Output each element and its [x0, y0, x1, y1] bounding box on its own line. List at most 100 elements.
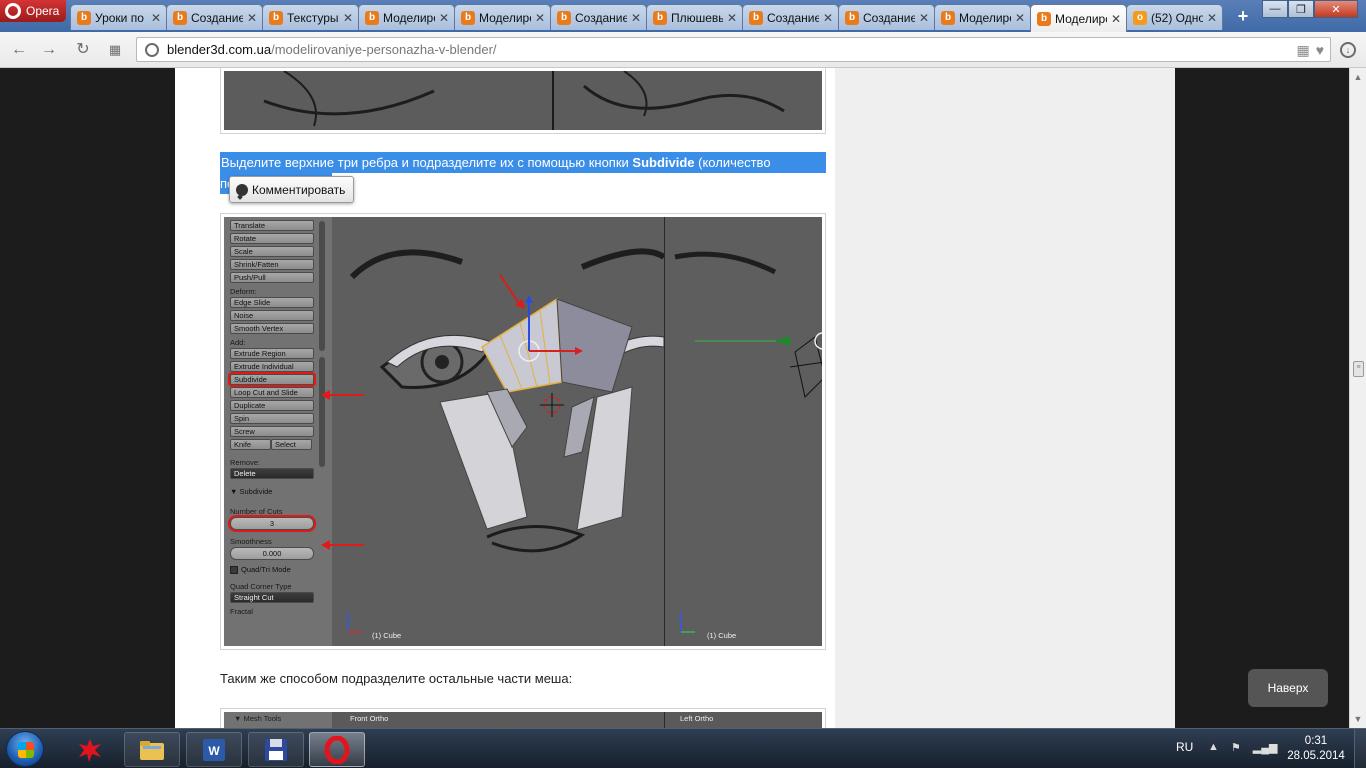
show-desktop-button[interactable] — [1354, 729, 1366, 768]
page-scrollbar[interactable]: ▲ ≡ ▼ — [1349, 68, 1366, 728]
blender-screenshot: Translate Rotate Scale Shrink/Fatten Pus… — [224, 217, 822, 646]
tab-title: Создание — [575, 10, 627, 25]
annotation-arrows — [321, 390, 364, 550]
close-icon[interactable]: ✕ — [823, 11, 833, 25]
tab-11[interactable]: о (52) Одно ✕ — [1126, 4, 1223, 30]
taskbar-word[interactable]: W — [186, 732, 242, 767]
mesh-tools-header: ▼ Mesh Tools — [234, 714, 282, 723]
url-host: blender3d.com.ua — [167, 42, 272, 57]
tab-4[interactable]: b Моделиров ✕ — [454, 4, 551, 30]
tab-title: Моделиров — [479, 10, 531, 25]
address-bar-actions: ▦ ♥ — [1296, 42, 1324, 59]
close-icon[interactable]: ✕ — [727, 11, 737, 25]
close-icon[interactable]: ✕ — [151, 11, 161, 25]
close-icon[interactable]: ✕ — [343, 11, 353, 25]
close-icon[interactable]: ✕ — [1207, 11, 1217, 25]
taskbar-splash-app[interactable] — [62, 732, 118, 767]
reload-button[interactable]: ↻ — [72, 40, 94, 60]
odnoklassniki-icon: о — [1133, 10, 1147, 25]
new-tab-button[interactable]: + — [1232, 7, 1254, 26]
clock-date: 28.05.2014 — [1287, 750, 1345, 762]
article-image-subdivide: Translate Rotate Scale Shrink/Fatten Pus… — [220, 213, 826, 650]
article-image-next: ▼ Mesh Tools Front Ortho Left Ortho — [220, 708, 826, 728]
tab-5[interactable]: b Создание ✕ — [550, 4, 647, 30]
taskbar-save-app[interactable] — [248, 732, 304, 767]
close-icon[interactable]: ✕ — [631, 11, 641, 25]
tab-2[interactable]: b Текстуры ✕ — [262, 4, 359, 30]
opera-logo-icon — [5, 3, 21, 19]
system-tray: RU ▲ ⚑ ▂▄▆ 0:31 28.05.2014 — [1170, 729, 1366, 768]
blender-screenshot-2: ▼ Mesh Tools Front Ortho Left Ortho — [224, 712, 822, 728]
window-controls: — ❐ ✕ — [1262, 0, 1358, 18]
comment-button[interactable]: Комментировать — [229, 176, 355, 203]
tab-7[interactable]: b Создание ✕ — [742, 4, 839, 30]
tab-10-active[interactable]: b Моделиров ✕ — [1030, 4, 1127, 32]
taskbar-opera[interactable] — [309, 732, 365, 767]
word-icon: W — [203, 738, 225, 761]
close-icon[interactable]: ✕ — [1111, 12, 1121, 26]
scrollbar-thumb[interactable]: ≡ — [1353, 361, 1364, 377]
blender-icon: b — [653, 10, 667, 25]
scroll-to-top-button[interactable]: Наверх — [1248, 669, 1328, 707]
blender-icon: b — [557, 10, 571, 25]
start-button[interactable] — [6, 731, 44, 767]
blender-icon: b — [749, 10, 763, 25]
back-button[interactable]: ← — [8, 40, 30, 60]
scroll-down-arrow-icon[interactable]: ▼ — [1353, 714, 1363, 724]
article-paragraph: Таким же способом подразделите остальные… — [220, 671, 573, 686]
window-close-button[interactable]: ✕ — [1314, 0, 1358, 18]
tab-strip: b Уроки по ✕ b Создание ✕ b Текстуры ✕ b Модели… — [70, 4, 1223, 32]
language-indicator[interactable]: RU — [1176, 740, 1193, 754]
tab-9[interactable]: b Моделиров ✕ — [934, 4, 1031, 30]
tray-icons: ▲ ⚑ ▂▄▆ — [1208, 741, 1277, 754]
viewport-object-label: (1) Cube — [707, 631, 737, 640]
tab-3[interactable]: b Моделиров ✕ — [358, 4, 455, 30]
tab-0[interactable]: b Уроки по ✕ — [70, 4, 167, 30]
opera-menu-button[interactable]: Opera — [0, 0, 66, 22]
speed-dial-icon[interactable]: ▦ — [104, 40, 126, 60]
clock[interactable]: 0:31 28.05.2014 — [1282, 734, 1350, 764]
close-icon[interactable]: ✕ — [247, 11, 257, 25]
clock-time: 0:31 — [1304, 735, 1328, 747]
minimize-button[interactable]: — — [1262, 0, 1288, 18]
windows-taskbar: W RU ▲ ⚑ ▂▄▆ 0:31 28.05.2014 — [0, 728, 1366, 768]
blender-icon: b — [365, 10, 379, 25]
face-mesh-illustration — [332, 217, 664, 646]
show-hidden-icons-icon[interactable]: ▲ — [1208, 741, 1219, 754]
action-center-flag-icon[interactable]: ⚑ — [1231, 741, 1241, 754]
folder-icon — [140, 740, 164, 760]
network-signal-icon[interactable]: ▂▄▆ — [1253, 741, 1278, 754]
forward-button[interactable]: → — [38, 40, 60, 60]
taskbar-explorer[interactable] — [124, 732, 180, 767]
url-path: /modelirovaniye-personazha-v-blender/ — [271, 42, 497, 57]
blender-icon: b — [173, 10, 187, 25]
grid-icon[interactable]: ▦ — [1296, 42, 1309, 59]
close-icon[interactable]: ✕ — [535, 11, 545, 25]
red-splash-icon — [79, 738, 101, 762]
svg-text:W: W — [208, 744, 220, 758]
address-bar[interactable]: blender3d.com.ua /modelirovaniye-persona… — [136, 37, 1331, 62]
tab-title: Создание — [767, 10, 819, 25]
viewport-separator — [664, 712, 665, 728]
tab-1[interactable]: b Создание ✕ — [166, 4, 263, 30]
tab-title: Создание — [863, 10, 915, 25]
viewport-object-label: (1) Cube — [372, 631, 402, 640]
blender-icon: b — [1037, 11, 1051, 26]
tab-6[interactable]: b Плюшевый ✕ — [646, 4, 743, 30]
side-viewport: (1) Cube — [665, 217, 822, 646]
close-icon[interactable]: ✕ — [919, 11, 929, 25]
heart-icon[interactable]: ♥ — [1316, 42, 1324, 59]
tab-8[interactable]: b Создание ✕ — [838, 4, 935, 30]
scroll-up-arrow-icon[interactable]: ▲ — [1353, 72, 1363, 82]
subdivide-keyword: Subdivide — [632, 155, 695, 170]
image-frame — [224, 71, 822, 130]
download-icon[interactable]: ↓ — [1340, 42, 1356, 58]
side-mesh-illustration — [665, 217, 822, 646]
maximize-button[interactable]: ❐ — [1288, 0, 1314, 18]
tab-title: Моделиров — [1055, 11, 1107, 26]
close-icon[interactable]: ✕ — [439, 11, 449, 25]
article-image-previous — [220, 68, 826, 134]
close-icon[interactable]: ✕ — [1015, 11, 1025, 25]
site-info-icon[interactable] — [145, 42, 159, 57]
tab-title: Моделиров — [383, 10, 435, 25]
